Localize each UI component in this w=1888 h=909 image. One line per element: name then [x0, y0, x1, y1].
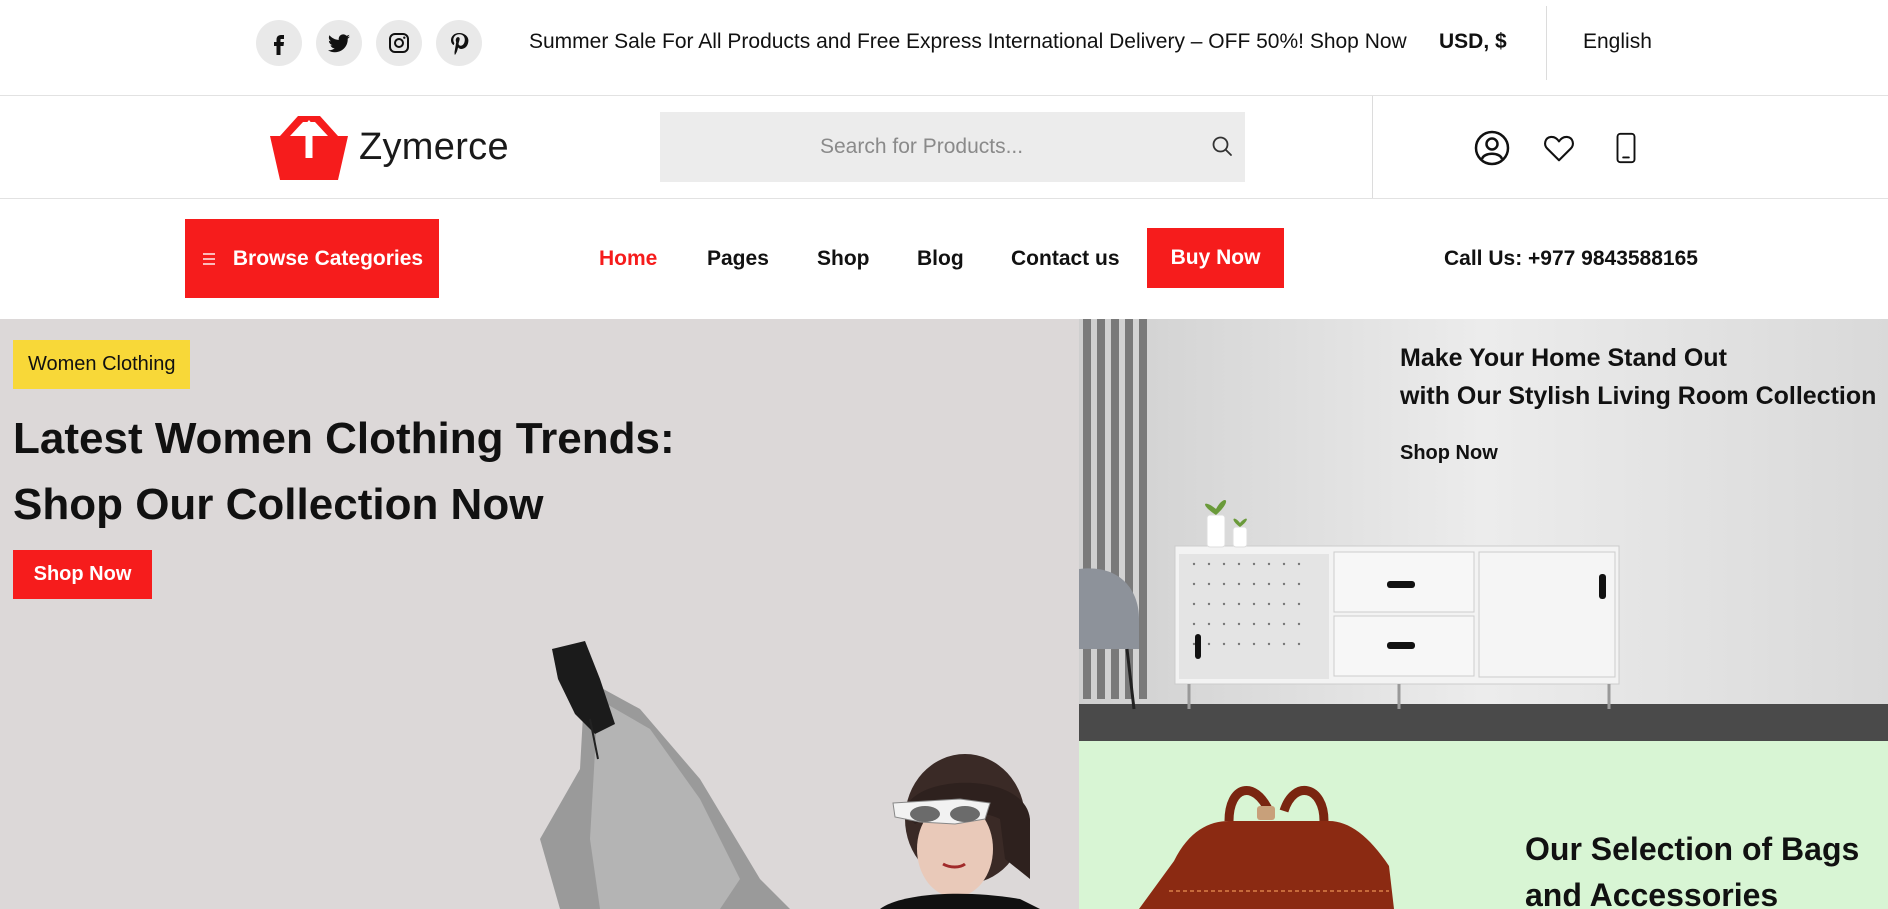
top-bar: Summer Sale For All Products and Free Ex… [0, 0, 1888, 96]
currency-selector[interactable]: USD, $ [1439, 30, 1507, 54]
nav-link-pages[interactable]: Pages [707, 247, 769, 271]
wishlist-heart-icon[interactable] [1539, 128, 1579, 168]
mobile-phone-icon[interactable] [1606, 128, 1646, 168]
bags-title: Our Selection of Bags and Accessories [1525, 826, 1885, 909]
menu-icon [201, 251, 217, 267]
hero-banner-women-clothing[interactable]: Women Clothing Latest Women Clothing Tre… [0, 319, 1079, 909]
nav-link-home[interactable]: Home [599, 247, 657, 271]
promo-banner-text[interactable]: Summer Sale For All Products and Free Ex… [529, 30, 1407, 54]
search-icon[interactable] [1210, 134, 1234, 158]
twitter-icon[interactable] [316, 20, 362, 66]
language-selector[interactable]: English [1583, 30, 1652, 54]
hero-title-line2: Shop Our Collection Now [13, 480, 544, 529]
bags-title-line2: and Accessories [1525, 877, 1779, 909]
nav-link-contact[interactable]: Contact us [1011, 247, 1120, 271]
search-input[interactable] [660, 112, 1245, 182]
promo-card-bags[interactable]: Our Selection of Bags and Accessories [1079, 741, 1888, 909]
shop-now-button[interactable]: Shop Now [13, 550, 152, 599]
instagram-icon[interactable] [376, 20, 422, 66]
buy-now-button[interactable]: Buy Now [1147, 228, 1284, 288]
brand-name[interactable]: Zymerce [359, 126, 509, 169]
pinterest-icon[interactable] [436, 20, 482, 66]
living-room-title-line1: Make Your Home Stand Out [1400, 344, 1727, 372]
user-account-icon[interactable] [1472, 128, 1512, 168]
main-header: Zymerce [0, 96, 1888, 199]
hero-title: Latest Women Clothing Trends: Shop Our C… [13, 406, 733, 538]
logo-basket-icon[interactable] [268, 114, 350, 182]
divider [1372, 96, 1373, 198]
divider [1546, 6, 1547, 80]
main-navigation: Browse Categories Home Pages Shop Blog C… [0, 199, 1888, 319]
living-room-title: Make Your Home Stand Out with Our Stylis… [1400, 339, 1876, 415]
living-room-title-line2: with Our Stylish Living Room Collection [1400, 382, 1877, 410]
promo-card-living-room[interactable]: Make Your Home Stand Out with Our Stylis… [1079, 319, 1888, 741]
nav-link-shop[interactable]: Shop [817, 247, 870, 271]
browse-categories-label: Browse Categories [232, 246, 424, 270]
category-tag[interactable]: Women Clothing [13, 340, 191, 389]
browse-categories-button[interactable]: Browse Categories [185, 219, 439, 298]
call-us-phone: Call Us: +977 9843588165 [1444, 247, 1698, 270]
nav-link-blog[interactable]: Blog [917, 247, 964, 271]
living-room-shop-now-link[interactable]: Shop Now [1400, 442, 1498, 465]
bags-title-line1: Our Selection of Bags [1525, 831, 1860, 867]
facebook-icon[interactable] [256, 20, 302, 66]
hero-title-line1: Latest Women Clothing Trends: [13, 414, 675, 463]
